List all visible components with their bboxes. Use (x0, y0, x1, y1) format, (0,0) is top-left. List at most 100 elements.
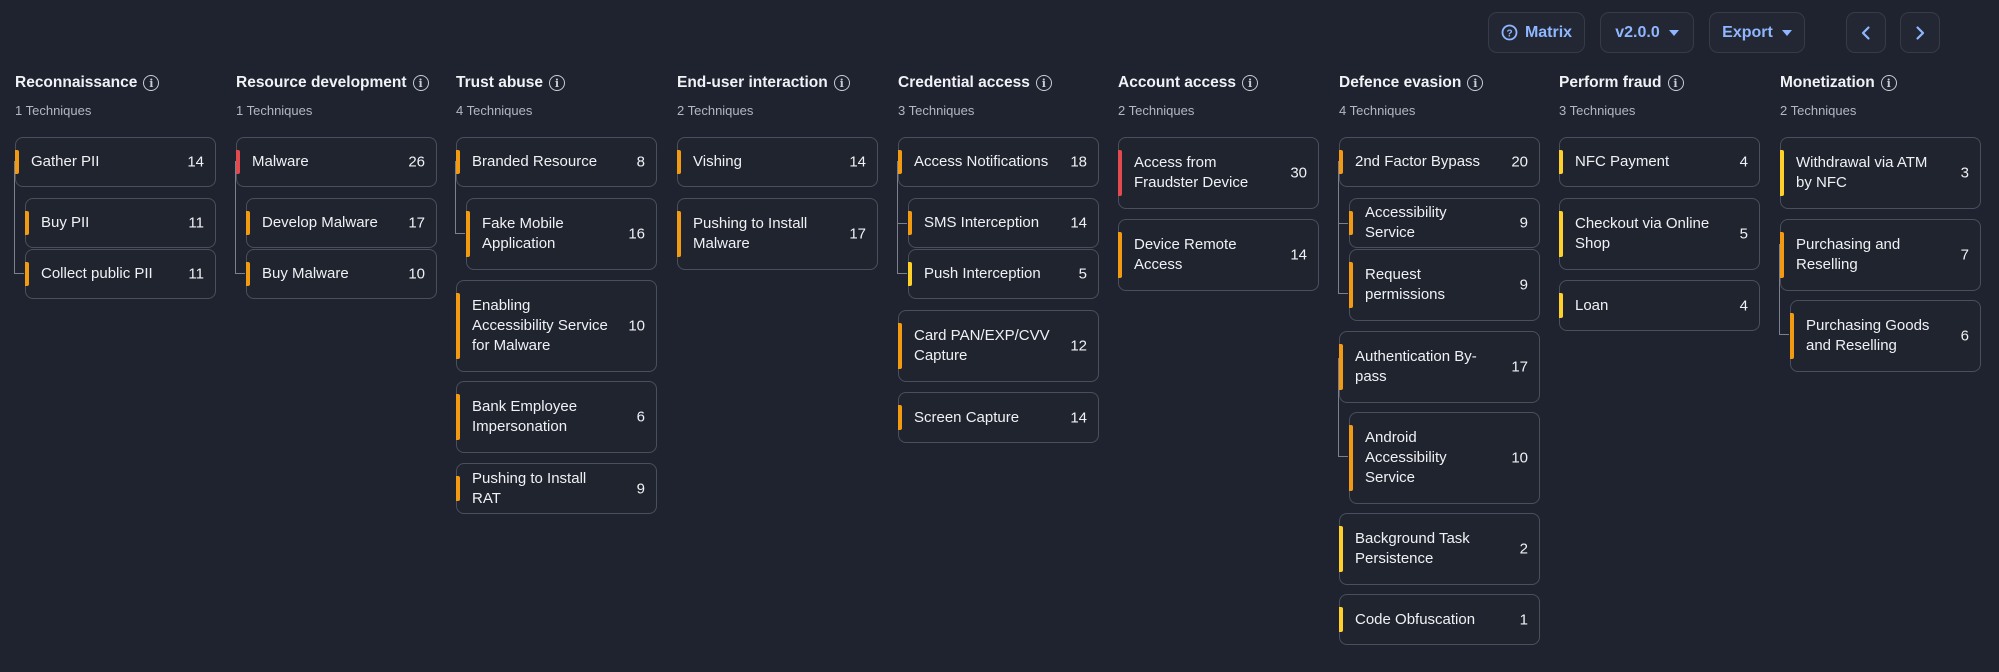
info-icon[interactable]: i (1242, 75, 1259, 91)
severity-bar (456, 150, 460, 174)
tactic-title: Perform fraud i (1559, 74, 1684, 92)
severity-bar (677, 150, 681, 174)
severity-bar (1559, 150, 1563, 174)
tactic-title: Monetization i (1780, 74, 1897, 92)
info-icon[interactable]: i (833, 75, 850, 91)
severity-bar (898, 150, 902, 174)
svg-text:?: ? (1506, 28, 1512, 39)
severity-bar (898, 323, 902, 369)
tactic-title: Defence evasion i (1339, 74, 1484, 92)
technique-card[interactable]: Loan 4 (1559, 280, 1760, 331)
severity-bar (908, 211, 912, 235)
version-label: v2.0.0 (1615, 23, 1660, 41)
technique-card[interactable]: NFC Payment 4 (1559, 137, 1760, 187)
technique-card[interactable]: Access from Fraudster Device 30 (1118, 137, 1319, 209)
technique-card[interactable]: Purchasing and Reselling 7 (1780, 219, 1981, 291)
subtechnique-card[interactable]: Fake Mobile Application 16 (466, 198, 657, 270)
info-icon[interactable]: i (1667, 75, 1684, 91)
tactic-technique-count: 2 Techniques (1118, 103, 1195, 118)
subtechnique-connector (897, 223, 907, 224)
severity-bar (15, 150, 19, 174)
technique-card[interactable]: Card PAN/EXP/CVV Capture 12 (898, 310, 1099, 382)
next-button[interactable] (1900, 12, 1940, 53)
technique-card[interactable]: Background Task Persistence 2 (1339, 513, 1540, 585)
tactic-title: End-user interaction i (677, 74, 850, 92)
technique-card[interactable]: Bank Employee Impersonation 6 (456, 381, 657, 453)
technique-card[interactable]: Checkout via Online Shop 5 (1559, 198, 1760, 270)
tactic-title: Resource development i (236, 74, 429, 92)
technique-card[interactable]: Enabling Accessibility Service for Malwa… (456, 280, 657, 372)
export-dropdown[interactable]: Export (1709, 12, 1805, 53)
severity-bar (1780, 232, 1784, 278)
severity-bar (1118, 232, 1122, 278)
technique-card[interactable]: Device Remote Access 14 (1118, 219, 1319, 291)
tactic-technique-count: 3 Techniques (1559, 103, 1636, 118)
severity-bar (1559, 293, 1563, 318)
severity-bar (898, 405, 902, 430)
severity-bar (456, 394, 460, 440)
info-icon[interactable]: i (1035, 75, 1052, 91)
matrix-button[interactable]: ? Matrix (1488, 12, 1585, 53)
subtechnique-card[interactable]: Push Interception 5 (908, 249, 1099, 299)
severity-bar (236, 150, 240, 174)
severity-bar (1559, 211, 1563, 257)
tactic-technique-count: 2 Techniques (677, 103, 754, 118)
subtechnique-card[interactable]: Android Accessibility Service 10 (1349, 412, 1540, 504)
technique-card[interactable]: Branded Resource 8 (456, 137, 657, 187)
severity-bar (1339, 344, 1343, 390)
matrix-label: Matrix (1524, 23, 1573, 41)
technique-card[interactable]: Code Obfuscation 1 (1339, 594, 1540, 645)
technique-card[interactable]: Withdrawal via ATM by NFC 3 (1780, 137, 1981, 209)
help-circle-icon: ? (1501, 24, 1518, 41)
chevron-left-icon (1860, 25, 1872, 41)
subtechnique-card[interactable]: Accessibility Service 9 (1349, 198, 1540, 248)
tactic-technique-count: 1 Techniques (236, 103, 313, 118)
tactic-technique-count: 1 Techniques (15, 103, 92, 118)
tactic-title: Trust abuse i (456, 74, 565, 92)
subtechnique-card[interactable]: SMS Interception 14 (908, 198, 1099, 248)
subtechnique-card[interactable]: Purchasing Goods and Reselling 6 (1790, 300, 1981, 372)
subtechnique-connector (1338, 223, 1348, 224)
info-icon[interactable]: i (1880, 75, 1897, 91)
export-label: Export (1722, 23, 1773, 41)
subtechnique-card[interactable]: Request permissions 9 (1349, 249, 1540, 321)
technique-card[interactable]: Gather PII 14 (15, 137, 216, 187)
tactic-technique-count: 2 Techniques (1780, 103, 1857, 118)
subtechnique-card[interactable]: Buy Malware 10 (246, 249, 437, 299)
severity-bar (677, 211, 681, 257)
tactic-title: Reconnaissance i (15, 74, 160, 92)
severity-bar (1349, 262, 1353, 308)
severity-bar (1349, 211, 1353, 235)
severity-bar (246, 262, 250, 286)
severity-bar (1339, 150, 1343, 174)
chevron-down-icon (1668, 29, 1679, 36)
info-icon[interactable]: i (549, 75, 565, 91)
subtechnique-connector (455, 233, 465, 234)
severity-bar (25, 211, 29, 235)
technique-card[interactable]: Pushing to Install RAT 9 (456, 463, 657, 514)
tactic-technique-count: 3 Techniques (898, 103, 975, 118)
tactic-title: Credential access i (898, 74, 1052, 92)
info-icon[interactable]: i (1467, 75, 1484, 91)
technique-card[interactable]: Pushing to Install Malware 17 (677, 198, 878, 270)
version-dropdown[interactable]: v2.0.0 (1600, 12, 1694, 53)
technique-card[interactable]: Malware 26 (236, 137, 437, 187)
severity-bar (466, 211, 470, 257)
subtechnique-card[interactable]: Collect public PII 11 (25, 249, 216, 299)
tactic-technique-count: 4 Techniques (456, 103, 533, 118)
severity-bar (456, 293, 460, 359)
chevron-down-icon (1781, 29, 1792, 36)
technique-card[interactable]: Access Notifications 18 (898, 137, 1099, 187)
technique-card[interactable]: Screen Capture 14 (898, 392, 1099, 443)
severity-bar (1780, 150, 1784, 196)
technique-card[interactable]: 2nd Factor Bypass 20 (1339, 137, 1540, 187)
prev-button[interactable] (1846, 12, 1886, 53)
technique-card[interactable]: Vishing 14 (677, 137, 878, 187)
technique-card[interactable]: Authentication By-pass 17 (1339, 331, 1540, 403)
info-icon[interactable]: i (412, 75, 429, 91)
info-icon[interactable]: i (143, 75, 160, 91)
subtechnique-card[interactable]: Develop Malware 17 (246, 198, 437, 248)
tactic-title: Account access i (1118, 74, 1259, 92)
severity-bar (1790, 313, 1794, 359)
subtechnique-card[interactable]: Buy PII 11 (25, 198, 216, 248)
